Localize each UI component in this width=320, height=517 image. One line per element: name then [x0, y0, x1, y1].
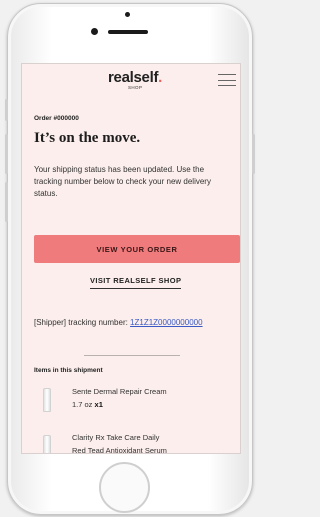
product-tube-icon — [43, 435, 51, 453]
tracking-line: [Shipper] tracking number: 1Z1Z1Z0000000… — [34, 318, 203, 327]
phone-sensor — [125, 12, 130, 17]
item-name[interactable]: Clarity Rx Take Care Daily — [72, 433, 159, 442]
tracking-number-link[interactable]: 1Z1Z1Z0000000000 — [130, 318, 203, 327]
brand-logo[interactable]: realself. — [108, 69, 162, 86]
intro-text: Your shipping status has been updated. U… — [34, 165, 211, 198]
tracking-label: [Shipper] tracking number: — [34, 318, 131, 327]
home-button[interactable] — [99, 462, 150, 513]
email-screen: realself. SHOP Order #000000 It’s on the… — [21, 63, 241, 454]
brand-sub: SHOP — [128, 85, 143, 90]
product-image[interactable] — [36, 434, 58, 453]
header: realself. SHOP — [22, 64, 240, 96]
item-name[interactable]: Sente Dermal Repair Cream — [72, 387, 167, 396]
product-tube-icon — [43, 388, 51, 412]
item-meta: Red Tead Antioxidant Serum — [72, 446, 167, 454]
view-order-button[interactable]: VIEW YOUR ORDER — [34, 235, 240, 263]
product-image[interactable] — [36, 387, 58, 413]
front-camera — [91, 28, 98, 35]
items-title: Items in this shipment — [34, 367, 103, 374]
phone-side-button — [5, 134, 8, 174]
phone-side-button — [5, 182, 8, 222]
phone-power-button — [252, 134, 255, 174]
item-meta: 1.7 oz x1 — [72, 400, 103, 409]
phone-side-button — [5, 99, 8, 121]
divider — [84, 355, 180, 356]
visit-shop-link[interactable]: VISIT REALSELF SHOP — [90, 276, 182, 289]
page-title: It’s on the move. — [34, 130, 141, 146]
order-number: Order #000000 — [34, 115, 79, 122]
phone-speaker — [108, 30, 148, 34]
hamburger-menu-icon[interactable] — [218, 74, 236, 86]
